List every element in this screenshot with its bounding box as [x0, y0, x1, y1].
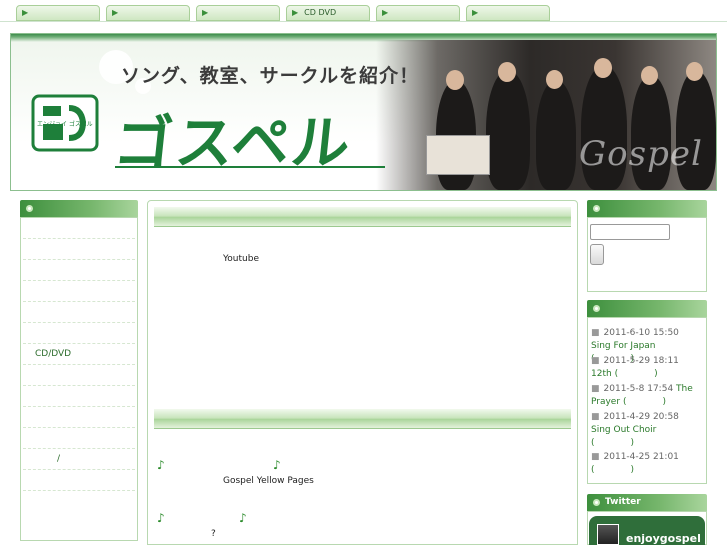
nav-tab-3[interactable]: ▶: [196, 5, 280, 21]
youtube-text: Youtube: [223, 254, 259, 264]
top-nav: ▶ ▶ ▶ ▶ CD DVD ▶ ▶: [0, 0, 727, 22]
singer-face: [641, 66, 658, 85]
singer-face: [446, 70, 464, 90]
music-note-icon: ♪: [157, 511, 165, 525]
left-menu-item[interactable]: [23, 386, 135, 407]
post-date: 2011-5-29 18:11: [603, 356, 679, 366]
music-note-icon: ♪: [273, 458, 281, 472]
music-note-icon: ♪: [239, 511, 247, 525]
left-menu-item[interactable]: [23, 239, 135, 260]
nav-tab-1[interactable]: ▶: [16, 5, 100, 21]
music-note-icon: ♪: [157, 458, 165, 472]
singer-face: [594, 58, 612, 78]
photo-watermark: Gospel: [579, 134, 703, 174]
square-bullet-icon: ■: [591, 452, 600, 462]
gospel-yellow-pages-link[interactable]: Gospel Yellow Pages: [223, 476, 314, 486]
left-menu-item[interactable]: /: [23, 449, 135, 470]
square-bullet-icon: ■: [591, 384, 600, 394]
circle-bullet-icon: [593, 205, 600, 212]
square-bullet-icon: ■: [591, 412, 600, 422]
header-tagline: ソング、教室、サークルを紹介！: [121, 65, 420, 87]
left-menu-item[interactable]: [23, 218, 135, 239]
left-menu-item[interactable]: [23, 302, 135, 323]
section-header-bar: [154, 207, 571, 227]
left-menu-item[interactable]: [23, 260, 135, 281]
singer-figure: [486, 70, 530, 190]
circle-bullet-icon: [593, 499, 600, 506]
circle-bullet-icon: [26, 205, 33, 212]
post-date: 2011-4-29 20:58: [603, 412, 679, 422]
twitter-avatar[interactable]: [597, 524, 619, 545]
post-date: 2011-5-8 17:54: [603, 384, 674, 394]
singer-figure: [536, 80, 576, 190]
post-title[interactable]: Sing Out Choir: [591, 425, 656, 435]
logo-caption: エンジョイ ゴスペル: [37, 121, 93, 128]
left-menu-item[interactable]: [23, 365, 135, 386]
post-comments: ( ): [622, 397, 666, 407]
left-menu: CD/DVD /: [20, 217, 138, 541]
left-menu-item[interactable]: [23, 407, 135, 428]
play-triangle-icon: ▶: [202, 8, 209, 17]
post-title[interactable]: 12th: [591, 369, 612, 379]
main-content: Youtube ♪ ♪ Gospel Yellow Pages ♪ ♪ ?: [147, 200, 578, 545]
circle-bullet-icon: [593, 305, 600, 312]
left-menu-item[interactable]: [23, 470, 135, 491]
question-text: ?: [211, 529, 216, 539]
nav-tab-label: CD DVD: [304, 8, 337, 17]
search-input[interactable]: [590, 224, 670, 240]
post-date: 2011-4-25 21:01: [603, 452, 679, 462]
twitter-heading: Twitter: [605, 497, 641, 507]
singer-face: [546, 70, 563, 89]
post-comments: ( ): [614, 369, 658, 379]
search-button[interactable]: [590, 244, 604, 265]
play-triangle-icon: ▶: [112, 8, 119, 17]
post-comments: ( ): [591, 465, 635, 475]
post-title[interactable]: Sing For Japan: [591, 341, 656, 351]
twitter-header: Twitter: [587, 494, 707, 511]
recent-post-item[interactable]: ■ 2011-5-29 18:11 12th ( ): [591, 355, 701, 381]
section-header-bar: [154, 409, 571, 429]
left-menu-item[interactable]: [23, 281, 135, 302]
square-bullet-icon: ■: [591, 328, 600, 338]
search-box-header: [587, 200, 707, 217]
left-menu-header: [20, 200, 138, 217]
singer-face: [498, 62, 516, 82]
left-menu-item[interactable]: [23, 323, 135, 344]
nav-tab-cd-dvd[interactable]: ▶ CD DVD: [286, 5, 370, 21]
recent-posts-header: [587, 300, 707, 317]
post-date: 2011-6-10 15:50: [603, 328, 679, 338]
play-triangle-icon: ▶: [292, 8, 299, 17]
twitter-username[interactable]: enjoygospel: [626, 532, 701, 545]
nav-tab-5[interactable]: ▶: [376, 5, 460, 21]
music-stand: [426, 135, 490, 175]
left-menu-item[interactable]: [23, 428, 135, 449]
play-triangle-icon: ▶: [472, 8, 479, 17]
header-banner: Gospel ソング、教室、サークルを紹介！ エンジョイ ゴスペル ゴスペル: [10, 33, 717, 191]
nav-tab-6[interactable]: ▶: [466, 5, 550, 21]
play-triangle-icon: ▶: [22, 8, 29, 17]
recent-post-item[interactable]: ■ 2011-4-25 21:01 ( ): [591, 451, 701, 477]
title-underline: [115, 166, 385, 168]
square-bullet-icon: ■: [591, 356, 600, 366]
left-menu-item-cd-dvd[interactable]: CD/DVD: [23, 344, 135, 365]
play-triangle-icon: ▶: [382, 8, 389, 17]
recent-post-item[interactable]: ■ 2011-5-8 17:54 The Prayer ( ): [591, 383, 701, 409]
post-comments: ( ): [591, 438, 635, 448]
singer-face: [686, 62, 703, 81]
nav-tab-2[interactable]: ▶: [106, 5, 190, 21]
recent-post-item[interactable]: ■ 2011-4-29 20:58 Sing Out Choir ( ): [591, 411, 701, 450]
